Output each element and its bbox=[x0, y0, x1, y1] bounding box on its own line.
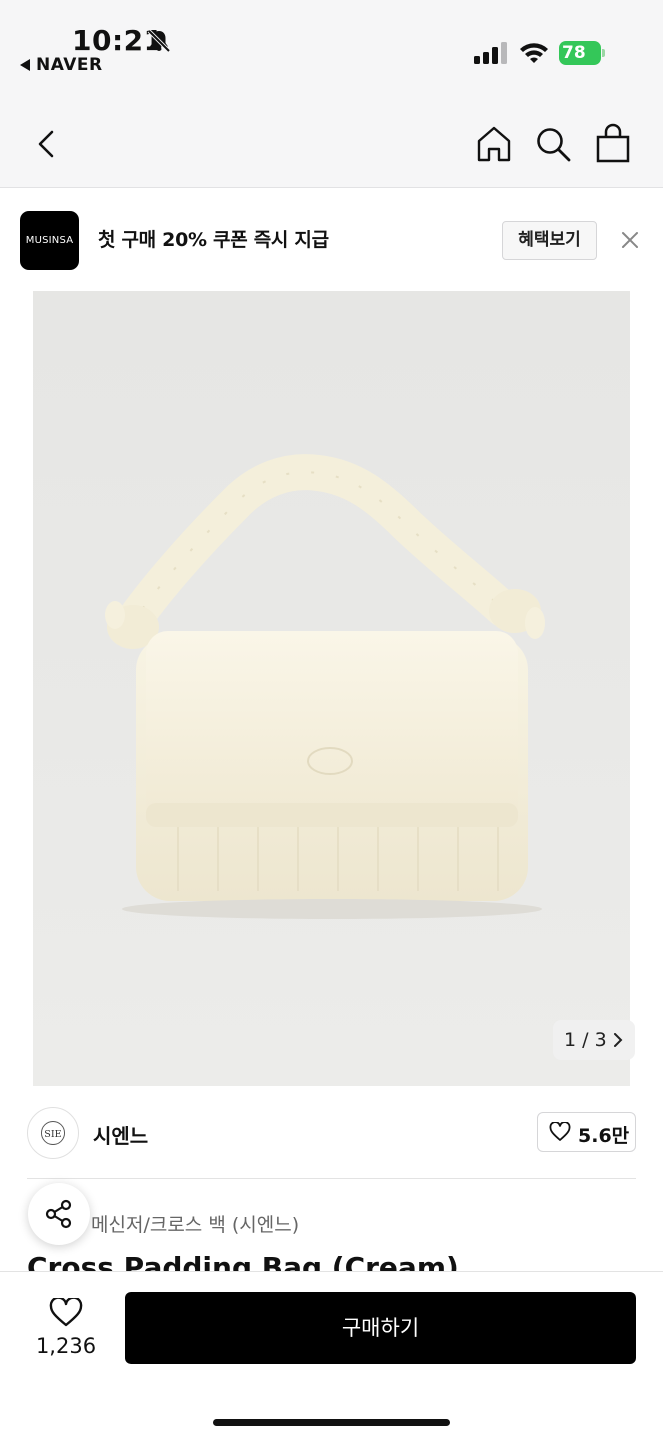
bag-illustration bbox=[105, 454, 545, 919]
search-icon[interactable] bbox=[534, 125, 572, 163]
back-app-label: NAVER bbox=[36, 55, 103, 75]
home-indicator bbox=[213, 1419, 450, 1426]
brand-name[interactable]: 시엔느 bbox=[93, 1120, 148, 1149]
status-bar: 10:21 NAVER 78 bbox=[0, 0, 663, 95]
heart-outline-icon bbox=[49, 1298, 83, 1327]
share-button[interactable] bbox=[28, 1183, 90, 1245]
wishlist-count: 1,236 bbox=[35, 1334, 97, 1358]
chevron-left-icon[interactable] bbox=[30, 127, 64, 161]
nav-bar bbox=[0, 95, 663, 188]
promo-text: 첫 구매 20% 쿠폰 즉시 지급 bbox=[98, 229, 329, 251]
brand-logo-text: SIE bbox=[44, 1129, 61, 1140]
image-counter-text: 1 / 3 bbox=[564, 1029, 607, 1051]
buy-button[interactable]: 구매하기 bbox=[125, 1292, 636, 1364]
product-category[interactable]: 메신저/크로스 백 (시엔느) bbox=[91, 1210, 299, 1237]
product-info: SIE 시엔느 5.6만 메신저/크로스 백 (시엔느) Cross Paddi… bbox=[0, 1086, 663, 1271]
promo-banner: MUSINSA 첫 구매 20% 쿠폰 즉시 지급 혜택보기 bbox=[0, 189, 663, 289]
bell-muted-icon bbox=[147, 29, 171, 53]
wifi-icon bbox=[520, 43, 548, 63]
back-triangle-icon bbox=[20, 59, 30, 71]
bottom-action-bar: 1,236 구매하기 bbox=[0, 1271, 663, 1440]
battery-icon: 78 bbox=[559, 41, 605, 65]
brand-like-button[interactable]: 5.6만 bbox=[537, 1112, 636, 1152]
home-icon[interactable] bbox=[475, 125, 513, 163]
product-image[interactable] bbox=[33, 291, 630, 1086]
heart-outline-icon bbox=[549, 1122, 571, 1141]
divider bbox=[27, 1178, 636, 1179]
battery-level: 78 bbox=[559, 41, 601, 65]
chevron-right-icon bbox=[614, 1033, 623, 1047]
musinsa-logo: MUSINSA bbox=[20, 211, 79, 270]
brand-like-count: 5.6만 bbox=[578, 1125, 630, 1147]
shopping-bag-icon[interactable] bbox=[594, 123, 632, 163]
back-to-app[interactable]: NAVER bbox=[20, 55, 103, 75]
close-icon[interactable] bbox=[619, 229, 641, 251]
product-title: Cross Padding Bag (Cream) bbox=[27, 1251, 459, 1271]
brand-logo[interactable]: SIE bbox=[27, 1107, 79, 1159]
wishlist-button[interactable]: 1,236 bbox=[28, 1294, 104, 1364]
cellular-signal-icon bbox=[474, 42, 507, 64]
battery-cap bbox=[602, 49, 605, 57]
view-benefits-button[interactable]: 혜택보기 bbox=[502, 221, 597, 260]
share-icon bbox=[45, 1199, 72, 1229]
image-counter[interactable]: 1 / 3 bbox=[553, 1020, 635, 1060]
